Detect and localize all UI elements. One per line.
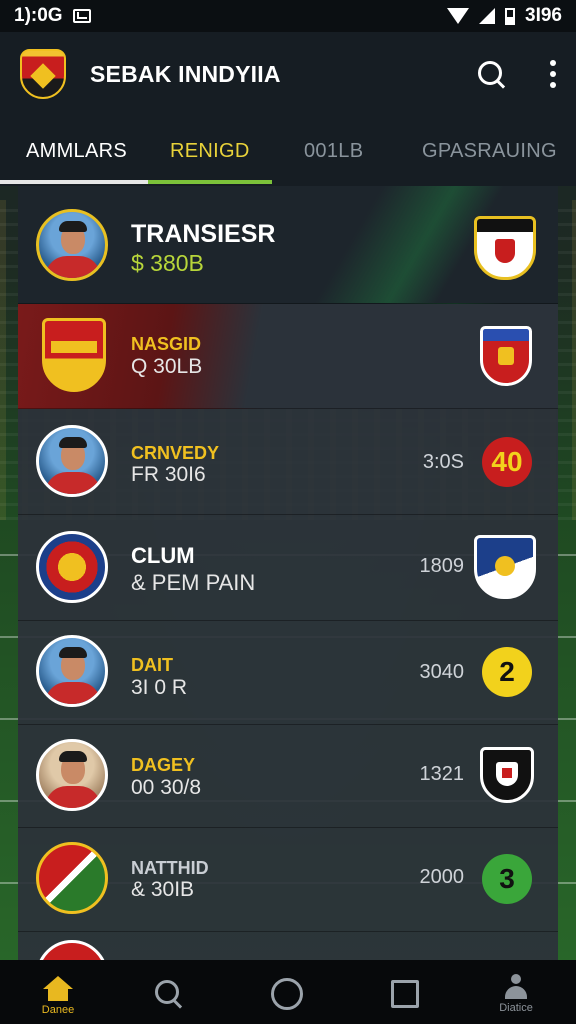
rank-badge: 3 [482, 854, 532, 904]
rank-badge: 2 [482, 647, 532, 697]
club-shield-icon [480, 747, 534, 803]
club-value: Q 30LB [131, 355, 203, 378]
nav-profile[interactable]: Diatice [476, 960, 556, 1024]
signal-icon [479, 8, 496, 24]
list-item[interactable]: CRNVEDY FR 30I6 3:0S 40 [18, 409, 558, 515]
club-name: CLUM [131, 543, 195, 568]
search-icon [155, 980, 183, 1008]
list-item[interactable]: DAGEY 00 30/8 1321 [18, 725, 558, 828]
app-title: SEBAK INNDYIIA [90, 60, 281, 87]
status-right-text: 3I96 [525, 5, 562, 26]
club-stat: 2000 [419, 866, 465, 888]
player-avatar [36, 209, 108, 281]
player-stat: 1321 [419, 763, 465, 785]
app-logo [20, 49, 66, 99]
club-value: & 30IB [131, 878, 195, 901]
player-name: DAIT [131, 655, 173, 675]
status-bar: 1):0G 3I96 [0, 0, 576, 32]
app-header: SEBAK INNDYIIA [0, 32, 576, 116]
tab-indicator [0, 180, 148, 184]
battery-icon [505, 7, 516, 25]
club-stat: 1809 [419, 555, 465, 577]
list-item[interactable]: CLUM & PEM PAIN 1809 [18, 515, 558, 621]
player-value: $ 380B [131, 250, 204, 276]
search-icon[interactable] [476, 59, 506, 89]
profile-icon [503, 974, 529, 1000]
nav-profile-label: Diatice [499, 1002, 533, 1014]
mail-icon [72, 9, 91, 23]
list-item[interactable]: NASGID Q 30LB [18, 304, 558, 409]
nav-home-button[interactable] [247, 960, 327, 1024]
bottom-navigation: Danee Diatice [0, 960, 576, 1024]
circle-icon [271, 978, 303, 1010]
player-stat: 3040 [419, 661, 465, 683]
player-avatar [36, 635, 108, 707]
club-shield-icon [474, 216, 536, 280]
club-crest-icon [42, 318, 106, 392]
list-item[interactable]: DAIT 3I 0 R 3040 2 [18, 621, 558, 725]
nav-home-label: Danee [41, 1004, 75, 1016]
rank-badge: 40 [482, 437, 532, 487]
tab-bar: AMMLARS RENIGD 001LB GPASRAUING [0, 116, 576, 186]
status-time: 1):0G [14, 5, 63, 26]
list-item[interactable]: NATTHID & 30IB 2000 3 [18, 828, 558, 932]
player-value: FR 30I6 [131, 463, 206, 486]
tab-001lb[interactable]: 001LB [304, 140, 363, 163]
tab-renigd[interactable]: RENIGD [170, 140, 250, 163]
club-name: NASGID [131, 334, 202, 354]
tab-indicator-highlight [148, 180, 272, 184]
tab-ammlars[interactable]: AMMLARS [26, 140, 127, 163]
player-value: 3I 0 R [131, 676, 188, 699]
club-value: & PEM PAIN [131, 570, 256, 595]
club-crest-icon [36, 842, 108, 914]
club-name: NATTHID [131, 858, 209, 878]
more-options-icon[interactable] [550, 60, 556, 88]
club-crest-icon [36, 940, 108, 960]
player-stat: 3:0S [422, 451, 464, 473]
list-item[interactable] [18, 932, 558, 960]
club-shield-icon [474, 535, 536, 599]
square-icon [391, 980, 419, 1008]
player-name: TRANSIESR [131, 220, 276, 248]
player-name: DAGEY [131, 755, 196, 775]
player-avatar [36, 425, 108, 497]
wifi-icon [447, 8, 470, 24]
list-item[interactable]: TRANSIESR $ 380B [18, 186, 558, 304]
home-icon [43, 976, 73, 1002]
player-value: 00 30/8 [131, 776, 202, 799]
nav-recents[interactable] [365, 960, 445, 1024]
player-avatar [36, 739, 108, 811]
tab-gpasrauing[interactable]: GPASRAUING [422, 140, 557, 163]
club-shield-icon [480, 326, 532, 386]
player-name: CRNVEDY [131, 443, 220, 463]
nav-home[interactable]: Danee [18, 960, 98, 1024]
club-crest-icon [36, 531, 108, 603]
ranking-list: TRANSIESR $ 380B NASGID Q 30LB CRNVEDY F… [18, 186, 558, 960]
nav-search[interactable] [129, 960, 209, 1024]
